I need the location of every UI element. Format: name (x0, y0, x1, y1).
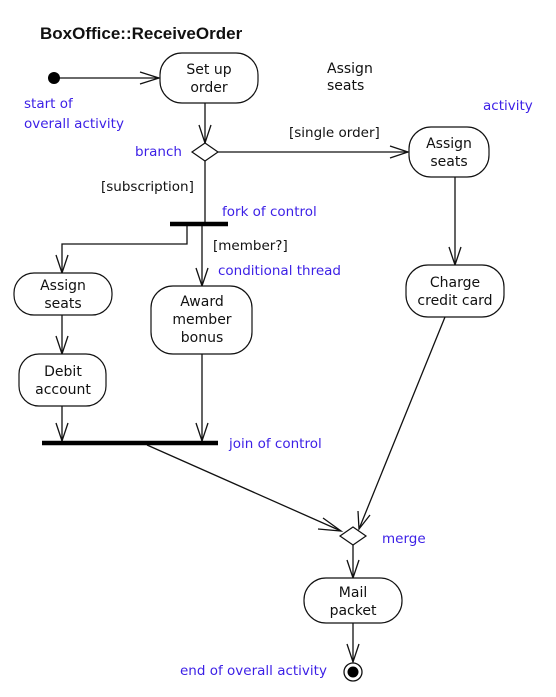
activity-diagram: BoxOffice::ReceiveOrder Assign seats Set… (13, 24, 533, 682)
merge-diamond[interactable] (338, 526, 368, 546)
activity-debit-account[interactable]: Debit account (18, 353, 107, 407)
activity-label: order (190, 80, 228, 96)
start-node[interactable] (48, 72, 60, 84)
activity-label: Debit (44, 364, 82, 380)
diagram-title: BoxOffice::ReceiveOrder (40, 24, 243, 43)
activity-label: packet (330, 603, 377, 619)
annotation-conditional-thread: conditional thread (218, 263, 341, 279)
arrowhead-icon (317, 517, 344, 532)
annotation-branch: branch (135, 144, 182, 160)
activity-label: Set up (186, 62, 231, 78)
activity-mail-packet[interactable]: Mail packet (303, 577, 403, 624)
annotation-fork: fork of control (222, 204, 317, 220)
guard-single-order: [single order] (289, 125, 380, 141)
edges (54, 71, 462, 665)
guard-member: [member?] (213, 238, 288, 254)
activity-label: Assign (426, 136, 472, 152)
end-node[interactable] (343, 662, 363, 682)
activity-label: Mail (339, 585, 367, 601)
activity-label: credit card (417, 293, 492, 309)
annotation-merge: merge (382, 531, 426, 547)
annotation-activity: activity (483, 98, 533, 114)
branch-diamond[interactable] (190, 142, 220, 162)
activity-assign-seats-single[interactable]: Assign seats (408, 126, 490, 178)
annotation-start-line-2: overall activity (24, 116, 124, 132)
activity-assign-seats-subscription[interactable]: Assign seats (13, 272, 113, 316)
activity-label: Charge (430, 275, 480, 291)
guard-subscription: [subscription] (101, 179, 194, 195)
activity-label: account (35, 382, 91, 398)
annotation-join: join of control (228, 436, 322, 452)
edge-fork-to-assign-sub (61, 226, 188, 273)
activity-award-member-bonus[interactable]: Award member bonus (150, 285, 253, 355)
activity-charge-credit-card[interactable]: Charge credit card (405, 264, 505, 318)
activity-label: seats (44, 296, 81, 312)
edge-join-to-merge (146, 444, 342, 532)
activity-label: member (172, 312, 231, 328)
annotation-start-line-1: start of (24, 96, 74, 112)
edge-charge-to-merge (358, 316, 446, 530)
activity-label: Assign (40, 278, 86, 294)
legend-activity-line-2: seats (327, 78, 364, 94)
activity-label: Award (180, 294, 223, 310)
annotation-end: end of overall activity (180, 663, 327, 679)
legend-activity-line-1: Assign (327, 61, 373, 77)
activity-label: bonus (181, 330, 224, 346)
activity-label: seats (430, 154, 467, 170)
activity-setup-order[interactable]: Set up order (159, 52, 259, 104)
